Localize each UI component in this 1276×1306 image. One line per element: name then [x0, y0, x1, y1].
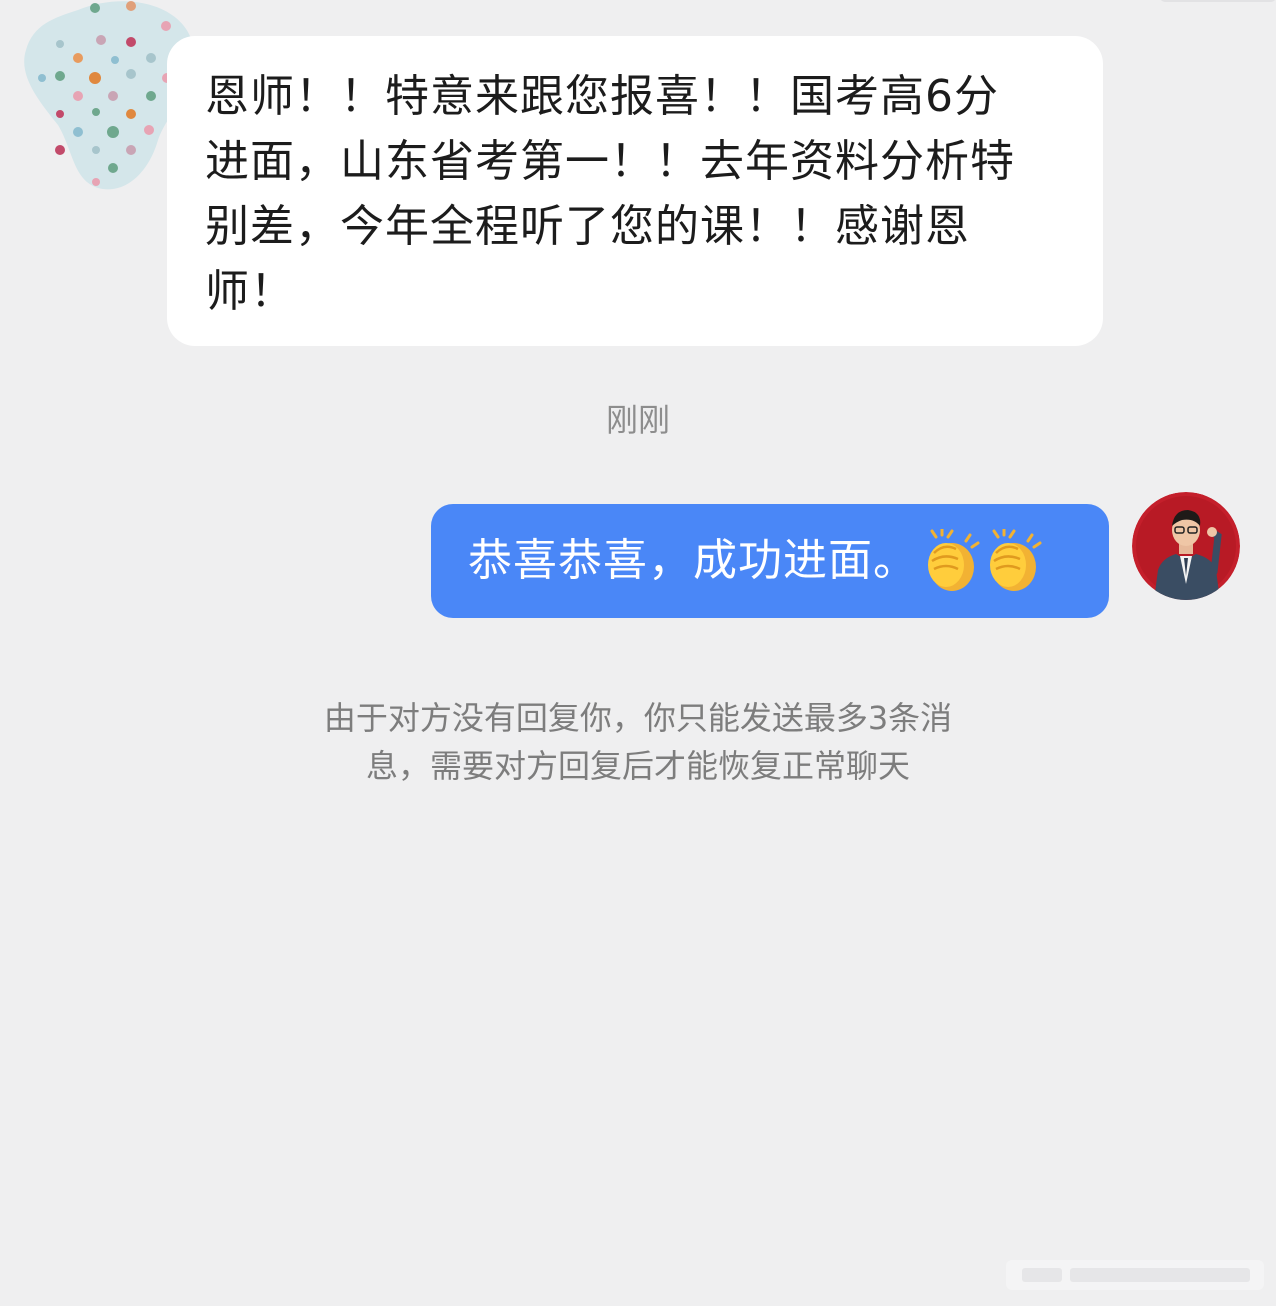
status-hint-bar: [1160, 0, 1276, 2]
outgoing-message-bubble[interactable]: 恭喜恭喜，成功进面。: [431, 504, 1109, 618]
incoming-message-text: 恩师！！特意来跟您报喜！！国考高6分 进面，山东省考第一！！去年资料分析特 别差…: [205, 71, 1015, 317]
message-timestamp: 刚刚: [605, 401, 670, 439]
my-avatar[interactable]: [1132, 492, 1240, 600]
clapping-hands-icon: [928, 529, 980, 591]
clapping-hands-icon: [990, 529, 1042, 591]
reply-limit-notice: 由于对方没有回复你，你只能发送最多3条消 息，需要对方回复后才能恢复正常聊天: [323, 699, 953, 785]
watermark-logo: [1006, 1260, 1264, 1290]
incoming-message-bubble[interactable]: 恩师！！特意来跟您报喜！！国考高6分 进面，山东省考第一！！去年资料分析特 别差…: [167, 36, 1103, 346]
outgoing-message-text: 恭喜恭喜，成功进面。: [468, 535, 918, 586]
